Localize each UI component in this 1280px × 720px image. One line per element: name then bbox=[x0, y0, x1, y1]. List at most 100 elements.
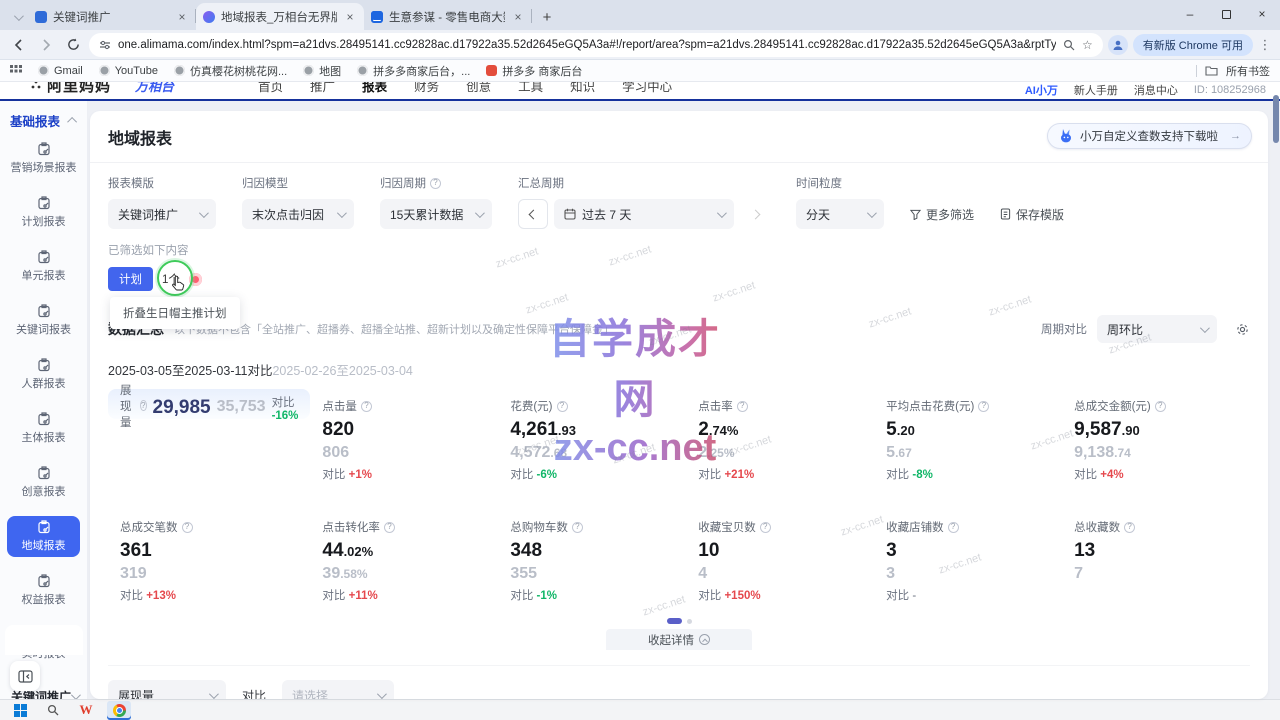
plan-filter-tag[interactable]: 计划 bbox=[108, 267, 153, 291]
help-icon[interactable]: ? bbox=[572, 522, 583, 533]
help-icon[interactable]: ? bbox=[948, 522, 959, 533]
chrome-update-chip[interactable]: 有新版 Chrome 可用 bbox=[1133, 34, 1253, 56]
metric-card[interactable]: 平均点击花费(元)? 5.20 5.67 对比 -8% bbox=[874, 389, 1062, 488]
tab-search-chevron-icon[interactable] bbox=[6, 4, 28, 30]
address-bar[interactable]: one.alimama.com/index.html?spm=a21dvs.28… bbox=[89, 33, 1103, 57]
help-icon[interactable]: ? bbox=[760, 522, 771, 533]
alimama-logo[interactable]: 阿里妈妈 bbox=[30, 82, 111, 96]
site-settings-icon[interactable] bbox=[99, 39, 111, 51]
metric-card[interactable]: 点击率? 2.74% 2.25% 对比 +21% bbox=[686, 389, 874, 488]
metric-card[interactable]: 总收藏数? 13 7 bbox=[1062, 510, 1250, 609]
sidebar-item[interactable]: 关键词报表 bbox=[7, 300, 80, 341]
top-nav-item[interactable]: 工具 bbox=[518, 82, 543, 95]
back-icon[interactable] bbox=[8, 34, 30, 56]
next-period-button[interactable] bbox=[740, 199, 770, 229]
attribution-model-select[interactable]: 末次点击归因 bbox=[242, 199, 354, 229]
zoom-icon[interactable] bbox=[1063, 39, 1075, 51]
page-scrollbar-thumb[interactable] bbox=[1273, 95, 1279, 143]
bookmark-item[interactable]: 拼多多商家后台，... bbox=[357, 63, 470, 79]
save-template-button[interactable]: 保存模版 bbox=[1000, 199, 1064, 229]
windows-start-icon[interactable] bbox=[8, 701, 32, 720]
prev-period-button[interactable] bbox=[518, 199, 548, 229]
help-icon[interactable]: ? bbox=[361, 401, 372, 412]
ai-xiaowan-link[interactable]: AI小万 bbox=[1025, 82, 1058, 98]
metric-card[interactable]: 收藏店铺数? 3 3 对比 - bbox=[874, 510, 1062, 609]
help-icon[interactable]: ? bbox=[182, 522, 193, 533]
bookmark-star-icon[interactable]: ☆ bbox=[1082, 38, 1093, 52]
profile-avatar[interactable] bbox=[1108, 35, 1128, 55]
top-nav-item[interactable]: 创意 bbox=[466, 82, 491, 95]
wanxiangtai-logo[interactable]: 万相台 bbox=[135, 82, 174, 95]
sidebar-item[interactable]: 计划报表 bbox=[7, 192, 80, 233]
time-granularity-select[interactable]: 分天 bbox=[796, 199, 884, 229]
top-nav-item[interactable]: 首页 bbox=[258, 82, 283, 95]
sidebar-item[interactable]: 营销场景报表 bbox=[7, 138, 80, 179]
chart-compare-select[interactable]: 请选择 bbox=[282, 680, 394, 699]
top-nav-item[interactable]: 学习中心 bbox=[622, 82, 672, 95]
help-icon[interactable]: ? bbox=[140, 400, 146, 411]
help-icon[interactable]: ? bbox=[1124, 522, 1135, 533]
forward-icon[interactable] bbox=[35, 34, 57, 56]
sidebar-item[interactable]: 创意报表 bbox=[7, 462, 80, 503]
sidebar-item[interactable]: 主体报表 bbox=[7, 408, 80, 449]
taskbar-search-icon[interactable] bbox=[41, 701, 65, 720]
pagination-dot-active[interactable] bbox=[667, 618, 682, 624]
top-nav-item[interactable]: 知识 bbox=[570, 82, 595, 95]
sidebar-item[interactable]: 权益报表 bbox=[7, 570, 80, 611]
chart-metric-select[interactable]: 展现量 bbox=[108, 680, 226, 699]
message-center-link[interactable]: 消息中心 bbox=[1134, 82, 1178, 98]
sidebar-item[interactable]: 地域报表 bbox=[7, 516, 80, 557]
help-icon[interactable]: ? bbox=[557, 401, 568, 412]
browser-tab[interactable]: 生意参谋 - 零售电商大数据产… × bbox=[364, 3, 532, 30]
metric-card[interactable]: 总购物车数? 348 355 对比 -1% bbox=[498, 510, 686, 609]
bookmark-item[interactable]: Gmail bbox=[38, 63, 83, 79]
chrome-taskbar-icon[interactable] bbox=[107, 701, 131, 720]
settings-gear-icon[interactable] bbox=[1235, 322, 1250, 337]
metric-card[interactable]: 点击量? 820 806 对比 +1% bbox=[310, 389, 498, 488]
tab-close-icon[interactable]: × bbox=[175, 10, 189, 24]
browser-tab[interactable]: 关键词推广 × bbox=[28, 3, 196, 30]
sidebar-item[interactable]: 人群报表 bbox=[7, 354, 80, 395]
sidebar-section-basic-reports[interactable]: 基础报表 bbox=[0, 107, 87, 138]
tab-close-icon[interactable]: × bbox=[511, 10, 525, 24]
browser-tab[interactable]: 地域报表_万相台无界版 × bbox=[196, 3, 364, 30]
sidebar-item[interactable]: 单元报表 bbox=[7, 246, 80, 287]
collapse-details-button[interactable]: 收起详情 bbox=[606, 629, 752, 650]
xiaowan-download-banner[interactable]: 小万自定义查数支持下载啦 → bbox=[1047, 123, 1252, 149]
help-icon[interactable]: ? bbox=[384, 522, 395, 533]
attribution-period-select[interactable]: 15天累计数据 bbox=[380, 199, 492, 229]
metric-card[interactable]: 总成交金额(元)? 9,587.90 9,138.74 对比 +4% bbox=[1062, 389, 1250, 488]
wps-taskbar-icon[interactable]: W bbox=[74, 701, 98, 720]
reload-icon[interactable] bbox=[62, 34, 84, 56]
tab-close-icon[interactable]: × bbox=[343, 10, 357, 24]
metric-card[interactable]: 点击转化率? 44.02% 39.58% 对比 +11% bbox=[310, 510, 498, 609]
metric-card[interactable]: 收藏宝贝数? 10 4 对比 +150% bbox=[686, 510, 874, 609]
window-maximize-button[interactable] bbox=[1208, 0, 1244, 28]
browser-menu-icon[interactable]: ⋮ bbox=[1258, 37, 1272, 53]
pagination-dot[interactable] bbox=[687, 619, 692, 624]
newbie-guide-link[interactable]: 新人手册 bbox=[1074, 82, 1118, 98]
top-nav-item[interactable]: 推广 bbox=[310, 82, 335, 95]
bookmark-item[interactable]: YouTube bbox=[99, 63, 158, 79]
compare-select[interactable]: 周环比 bbox=[1097, 315, 1217, 343]
top-nav-item[interactable]: 报表 bbox=[362, 82, 387, 95]
apps-grid-icon[interactable] bbox=[10, 65, 22, 77]
metric-card[interactable]: 展现量? 29,985 35,753 对比 -16% bbox=[108, 389, 310, 419]
new-tab-button[interactable]: + bbox=[534, 4, 560, 30]
sidebar-collapse-button[interactable] bbox=[10, 661, 40, 691]
metric-card[interactable]: 总成交笔数? 361 319 对比 +13% bbox=[108, 510, 310, 609]
date-range-select[interactable]: 过去 7 天 bbox=[554, 199, 734, 229]
bookmark-item[interactable]: 仿真樱花树桃花网... bbox=[174, 63, 287, 79]
help-icon[interactable]: ? bbox=[737, 401, 748, 412]
more-filters-button[interactable]: 更多筛选 bbox=[910, 199, 974, 229]
help-icon[interactable]: ? bbox=[978, 401, 989, 412]
bookmark-item[interactable]: 地图 bbox=[303, 63, 341, 79]
metric-card[interactable]: 花费(元)? 4,261.93 4,572.68 对比 -6% bbox=[498, 389, 686, 488]
all-bookmarks-button[interactable]: 所有书签 bbox=[1226, 63, 1270, 79]
report-template-select[interactable]: 关键词推广 bbox=[108, 199, 216, 229]
top-nav-item[interactable]: 财务 bbox=[414, 82, 439, 95]
help-icon[interactable]: ? bbox=[1155, 401, 1166, 412]
help-icon[interactable]: ? bbox=[430, 178, 441, 189]
window-minimize-button[interactable]: – bbox=[1172, 0, 1208, 28]
bookmark-item[interactable]: 拼多多 商家后台 bbox=[486, 63, 582, 79]
